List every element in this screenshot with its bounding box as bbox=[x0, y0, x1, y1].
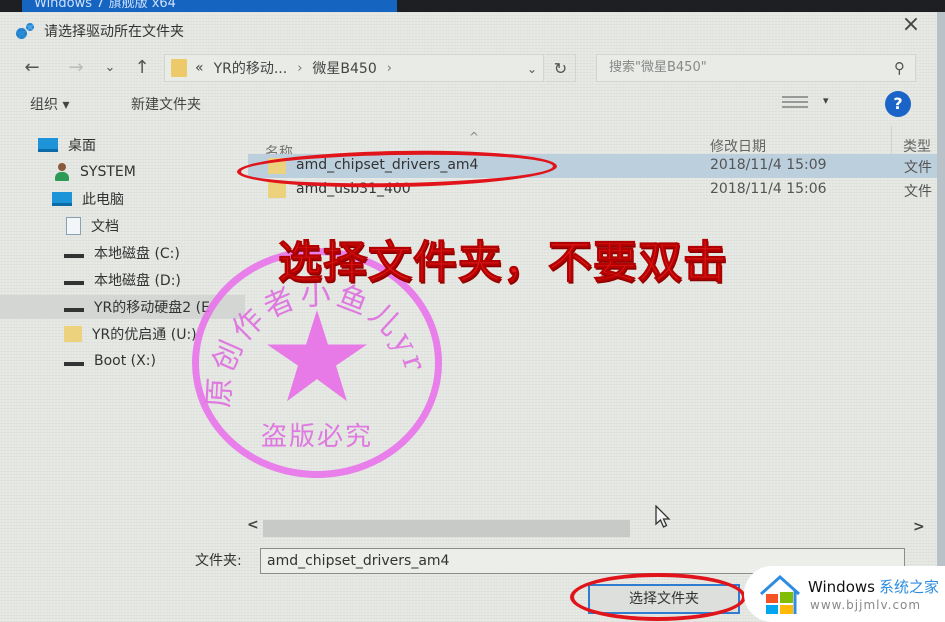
horizontal-scrollbar[interactable]: < > bbox=[243, 517, 933, 537]
column-header-type[interactable]: 类型 bbox=[903, 136, 931, 156]
breadcrumb-separator[interactable]: › bbox=[297, 61, 302, 76]
view-details-icon[interactable] bbox=[782, 96, 808, 110]
new-folder-button[interactable]: 新建文件夹 bbox=[131, 94, 201, 114]
refresh-button[interactable]: ↻ bbox=[546, 54, 576, 82]
file-date: 2018/11/4 15:09 bbox=[710, 157, 827, 173]
sidebar-item-label: Boot (X:) bbox=[94, 353, 156, 369]
sidebar-item-documents[interactable]: 文档 bbox=[0, 214, 245, 238]
document-icon bbox=[66, 217, 81, 235]
watermark-brand: Windows 系统之家 bbox=[808, 576, 939, 597]
sidebar-item-label: 桌面 bbox=[68, 138, 96, 154]
sidebar-item-system[interactable]: SYSTEM bbox=[0, 160, 245, 184]
sidebar-item-label: YR的优启通 (U:) bbox=[92, 327, 197, 343]
file-row[interactable]: amd_usb31_400 2018/11/4 15:06 文件 bbox=[248, 178, 938, 202]
back-button[interactable]: ← bbox=[20, 54, 44, 82]
window-edge bbox=[937, 12, 945, 622]
scroll-right-arrow[interactable]: > bbox=[913, 519, 925, 535]
stamp-arc-text: 原创作者小鱼儿yr bbox=[202, 277, 430, 409]
mouse-cursor-icon bbox=[655, 505, 671, 528]
command-bar: 组织 ▾ 新建文件夹 ▾ ? bbox=[30, 91, 920, 117]
user-icon bbox=[54, 163, 70, 181]
sidebar-item-desktop[interactable]: 桌面 bbox=[0, 133, 245, 157]
recent-locations-dropdown[interactable]: ⌄ bbox=[102, 54, 118, 82]
folder-icon bbox=[268, 182, 286, 198]
drive-icon bbox=[64, 254, 84, 258]
folder-field-label: 文件夹: bbox=[195, 553, 242, 569]
sidebar-item-this-pc[interactable]: 此电脑 bbox=[0, 187, 245, 211]
scroll-left-arrow[interactable]: < bbox=[247, 517, 259, 533]
stamp-bottom-text: 盗版必究 bbox=[260, 422, 373, 452]
sidebar-item-label: SYSTEM bbox=[80, 164, 136, 180]
search-placeholder: 搜索"微星B450" bbox=[609, 60, 707, 75]
forward-button[interactable]: → bbox=[64, 54, 88, 82]
navigation-bar: ← → ⌄ ↑ « YR的移动... › 微星B450 › ⌄ ↻ 搜索"微星B… bbox=[14, 54, 919, 82]
organize-menu-button[interactable]: 组织 ▾ bbox=[30, 94, 69, 114]
breadcrumb-separator[interactable]: › bbox=[387, 61, 392, 76]
dialog-title: 请选择驱动所在文件夹 bbox=[44, 24, 184, 40]
folder-icon bbox=[171, 59, 187, 77]
sort-ascending-icon: ^ bbox=[469, 130, 480, 144]
sidebar-item-label: 本地磁盘 (C:) bbox=[94, 246, 180, 262]
scrollbar-thumb[interactable] bbox=[263, 520, 630, 537]
search-input[interactable]: 搜索"微星B450" ⚲ bbox=[596, 54, 916, 82]
drive-icon bbox=[64, 308, 84, 312]
file-row[interactable]: amd_chipset_drivers_am4 2018/11/4 15:09 … bbox=[248, 154, 938, 178]
dialog-titlebar: 请选择驱动所在文件夹 bbox=[14, 20, 184, 42]
sidebar-item-label: 文档 bbox=[91, 219, 119, 235]
watermark-brand-cn: 系统之家 bbox=[878, 578, 939, 596]
up-button[interactable]: ↑ bbox=[130, 54, 154, 82]
site-watermark: Windows 系统之家 www.bjjmlv.com bbox=[744, 566, 945, 622]
watermark-url: www.bjjmlv.com bbox=[810, 598, 922, 612]
computer-icon bbox=[52, 192, 72, 206]
help-button[interactable]: ? bbox=[885, 91, 911, 117]
file-name: amd_chipset_drivers_am4 bbox=[296, 157, 479, 173]
file-type: 文件 bbox=[904, 184, 932, 200]
sidebar-item-label: 此电脑 bbox=[82, 192, 124, 208]
watermark-brand-en: Windows bbox=[808, 578, 875, 596]
view-dropdown-icon[interactable]: ▾ bbox=[823, 94, 829, 107]
drive-icon bbox=[64, 362, 84, 366]
close-button[interactable]: × bbox=[898, 12, 924, 38]
file-date: 2018/11/4 15:06 bbox=[710, 181, 827, 197]
breadcrumb-overflow[interactable]: « bbox=[195, 60, 204, 76]
desktop-icon bbox=[38, 138, 58, 152]
windows-house-logo-icon bbox=[759, 574, 801, 614]
select-folder-button[interactable]: 选择文件夹 bbox=[588, 584, 740, 614]
column-header-date[interactable]: 修改日期 bbox=[710, 136, 766, 156]
browse-folder-dialog: 请选择驱动所在文件夹 × ← → ⌄ ↑ « YR的移动... › 微星B450… bbox=[0, 12, 938, 622]
folder-icon bbox=[268, 158, 286, 174]
svg-text:原创作者小鱼儿yr: 原创作者小鱼儿yr bbox=[202, 277, 434, 409]
file-type: 文件 bbox=[904, 160, 932, 176]
folder-icon bbox=[64, 326, 82, 342]
settings-gear-icon bbox=[14, 22, 36, 40]
file-name: amd_usb31_400 bbox=[296, 181, 411, 197]
drive-icon bbox=[64, 281, 84, 285]
address-bar[interactable]: « YR的移动... › 微星B450 › ⌄ bbox=[164, 54, 544, 82]
address-dropdown-icon[interactable]: ⌄ bbox=[527, 55, 537, 83]
search-icon[interactable]: ⚲ bbox=[894, 55, 905, 81]
sidebar-item-label: 本地磁盘 (D:) bbox=[94, 273, 181, 289]
breadcrumb-item[interactable]: 微星B450 bbox=[312, 58, 376, 78]
instruction-annotation: 选择文件夹，不要双击 bbox=[278, 237, 728, 289]
breadcrumb-item[interactable]: YR的移动... bbox=[214, 58, 288, 78]
